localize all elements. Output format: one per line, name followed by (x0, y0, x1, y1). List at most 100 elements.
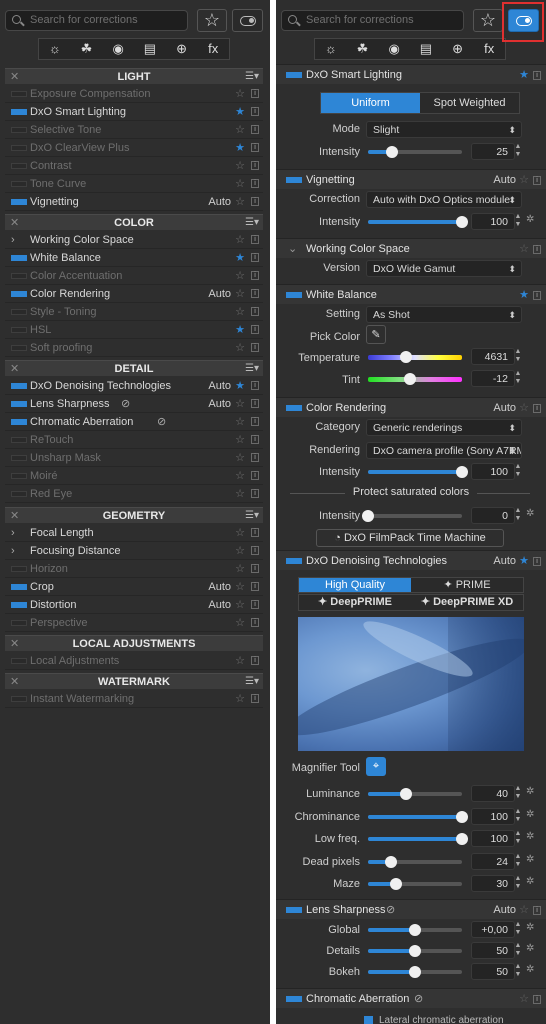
correction-row[interactable]: Perspective ☆ i (5, 614, 263, 632)
info-icon[interactable]: i (533, 557, 541, 566)
star-icon[interactable]: ☆ (235, 193, 245, 211)
enable-switch[interactable] (11, 584, 27, 590)
detail-tab-icon[interactable]: ◉ (378, 39, 410, 59)
slider-knob[interactable] (456, 466, 468, 478)
info-icon[interactable]: i (533, 906, 541, 915)
chromatic-aberration-header[interactable]: Chromatic Aberration ⊘ ☆ i (276, 988, 546, 1008)
auto-wand-icon[interactable]: ✲ (526, 943, 534, 954)
info-icon[interactable]: i (251, 546, 259, 555)
star-icon[interactable]: ★ (235, 321, 245, 339)
correction-dropdown[interactable]: Auto with DxO Optics module ⬍ (366, 191, 522, 208)
info-icon[interactable]: i (251, 325, 259, 334)
effects-tab-icon[interactable]: fx (197, 39, 229, 59)
value-slider[interactable] (368, 945, 462, 957)
menu-icon[interactable]: ☰▾ (245, 674, 259, 690)
enable-switch[interactable] (11, 419, 27, 425)
info-icon[interactable]: i (251, 289, 259, 298)
correction-row[interactable]: Distortion Auto ☆ i (5, 596, 263, 614)
stepper-icon[interactable]: ▲ ▼ (514, 875, 522, 891)
section-header-geometry[interactable]: ✕ GEOMETRY ☰▾ (5, 507, 263, 523)
enable-switch[interactable] (11, 327, 27, 333)
enable-switch[interactable] (11, 273, 27, 279)
info-icon[interactable]: i (251, 417, 259, 426)
slider-knob[interactable] (390, 878, 403, 890)
info-icon[interactable]: i (251, 453, 259, 462)
correction-row[interactable]: HSL ★ i (5, 321, 263, 339)
star-icon[interactable]: ☆ (235, 485, 245, 503)
correction-row[interactable]: › Focusing Distance ☆ i (5, 542, 263, 560)
slider-knob[interactable] (456, 216, 468, 228)
eye-hidden-icon[interactable]: ⊘ (121, 395, 130, 413)
category-dropdown[interactable]: Generic renderings ⬍ (366, 419, 522, 436)
slider-value[interactable]: 100 (471, 807, 515, 825)
correction-row[interactable]: Crop Auto ☆ i (5, 578, 263, 596)
star-icon[interactable]: ★ (519, 65, 529, 85)
stepper-icon[interactable]: ▲ ▼ (514, 463, 522, 479)
auto-wand-icon[interactable]: ✲ (526, 214, 534, 225)
info-icon[interactable]: i (251, 253, 259, 262)
enable-switch[interactable] (11, 145, 27, 151)
temperature-value[interactable]: 4631 (471, 348, 515, 365)
smart-lighting-intensity-value[interactable]: 25 (471, 143, 515, 160)
enable-switch[interactable] (286, 907, 302, 913)
correction-row[interactable]: Horizon ☆ i (5, 560, 263, 578)
value-slider[interactable] (368, 833, 468, 845)
white-balance-header[interactable]: White Balance ★ i (276, 284, 546, 304)
section-header-light[interactable]: ✕ LIGHT ☰▾ (5, 68, 263, 84)
light-tab-icon[interactable]: ☼ (39, 39, 71, 59)
enable-switch[interactable] (286, 405, 302, 411)
correction-row[interactable]: Contrast ☆ i (5, 157, 263, 175)
info-icon[interactable]: i (533, 71, 541, 80)
correction-row[interactable]: Chromatic Aberration ⊘ ☆ i (5, 413, 263, 431)
info-icon[interactable]: i (533, 245, 541, 254)
correction-row[interactable]: Red Eye ☆ i (5, 485, 263, 503)
color-tab-icon[interactable]: ☘ (347, 39, 379, 59)
section-header-color[interactable]: ✕ COLOR ☰▾ (5, 214, 263, 230)
info-icon[interactable]: i (251, 235, 259, 244)
enable-switch[interactable] (11, 383, 27, 389)
color-tab-icon[interactable]: ☘ (71, 39, 103, 59)
crosshair-icon[interactable]: ⌖ (366, 757, 386, 776)
tint-value[interactable]: -12 (471, 370, 515, 387)
stepper-icon[interactable]: ▲ ▼ (514, 853, 522, 869)
star-icon[interactable]: ☆ (235, 614, 245, 632)
enable-switch[interactable] (11, 658, 27, 664)
star-icon[interactable]: ☆ (235, 303, 245, 321)
correction-row[interactable]: Instant Watermarking ☆ i (5, 690, 263, 708)
star-icon[interactable]: ☆ (235, 285, 245, 303)
star-icon[interactable]: ☆ (235, 157, 245, 175)
value-slider[interactable] (368, 966, 462, 978)
enable-switch[interactable] (286, 72, 302, 78)
enable-switch[interactable] (11, 181, 27, 187)
filmpack-time-machine-button[interactable]: ◔ DxO FilmPack Time Machine (316, 529, 504, 547)
value-slider[interactable] (368, 788, 462, 800)
info-icon[interactable]: i (251, 179, 259, 188)
temperature-slider[interactable] (368, 351, 462, 363)
star-icon[interactable]: ☆ (235, 431, 245, 449)
section-header-watermark[interactable]: ✕ WATERMARK ☰▾ (5, 673, 263, 689)
setting-dropdown[interactable]: As Shot ⬍ (366, 306, 522, 323)
enable-switch[interactable] (11, 620, 27, 626)
section-header-local-adjustments[interactable]: ✕ LOCAL ADJUSTMENTS (5, 635, 263, 651)
correction-row[interactable]: DxO Denoising Technologies Auto ★ i (5, 377, 263, 395)
enable-switch[interactable] (286, 558, 302, 564)
info-icon[interactable]: i (251, 271, 259, 280)
info-icon[interactable]: i (251, 399, 259, 408)
deepprime-button[interactable]: ✦ DeepPRIME (299, 595, 411, 610)
stepper-icon[interactable]: ▲ ▼ (514, 963, 522, 979)
info-icon[interactable]: i (251, 107, 259, 116)
correction-row[interactable]: Color Rendering Auto ☆ i (5, 285, 263, 303)
star-icon[interactable]: ★ (235, 377, 245, 395)
info-icon[interactable]: i (251, 600, 259, 609)
info-icon[interactable]: i (251, 125, 259, 134)
working-color-space-header[interactable]: ⌄ Working Color Space ☆ i (276, 238, 546, 258)
menu-icon[interactable]: ☰▾ (245, 508, 259, 524)
star-icon[interactable]: ★ (519, 551, 529, 571)
slider-knob[interactable] (362, 510, 374, 522)
geometry-tab-icon[interactable]: ▤ (134, 39, 166, 59)
detail-tab-icon[interactable]: ◉ (102, 39, 134, 59)
info-icon[interactable]: i (533, 404, 541, 413)
correction-row[interactable]: White Balance ★ i (5, 249, 263, 267)
checkbox-icon[interactable] (364, 1015, 373, 1024)
rendering-dropdown[interactable]: DxO camera profile (Sony A7RM3) ⬍ (366, 442, 522, 459)
